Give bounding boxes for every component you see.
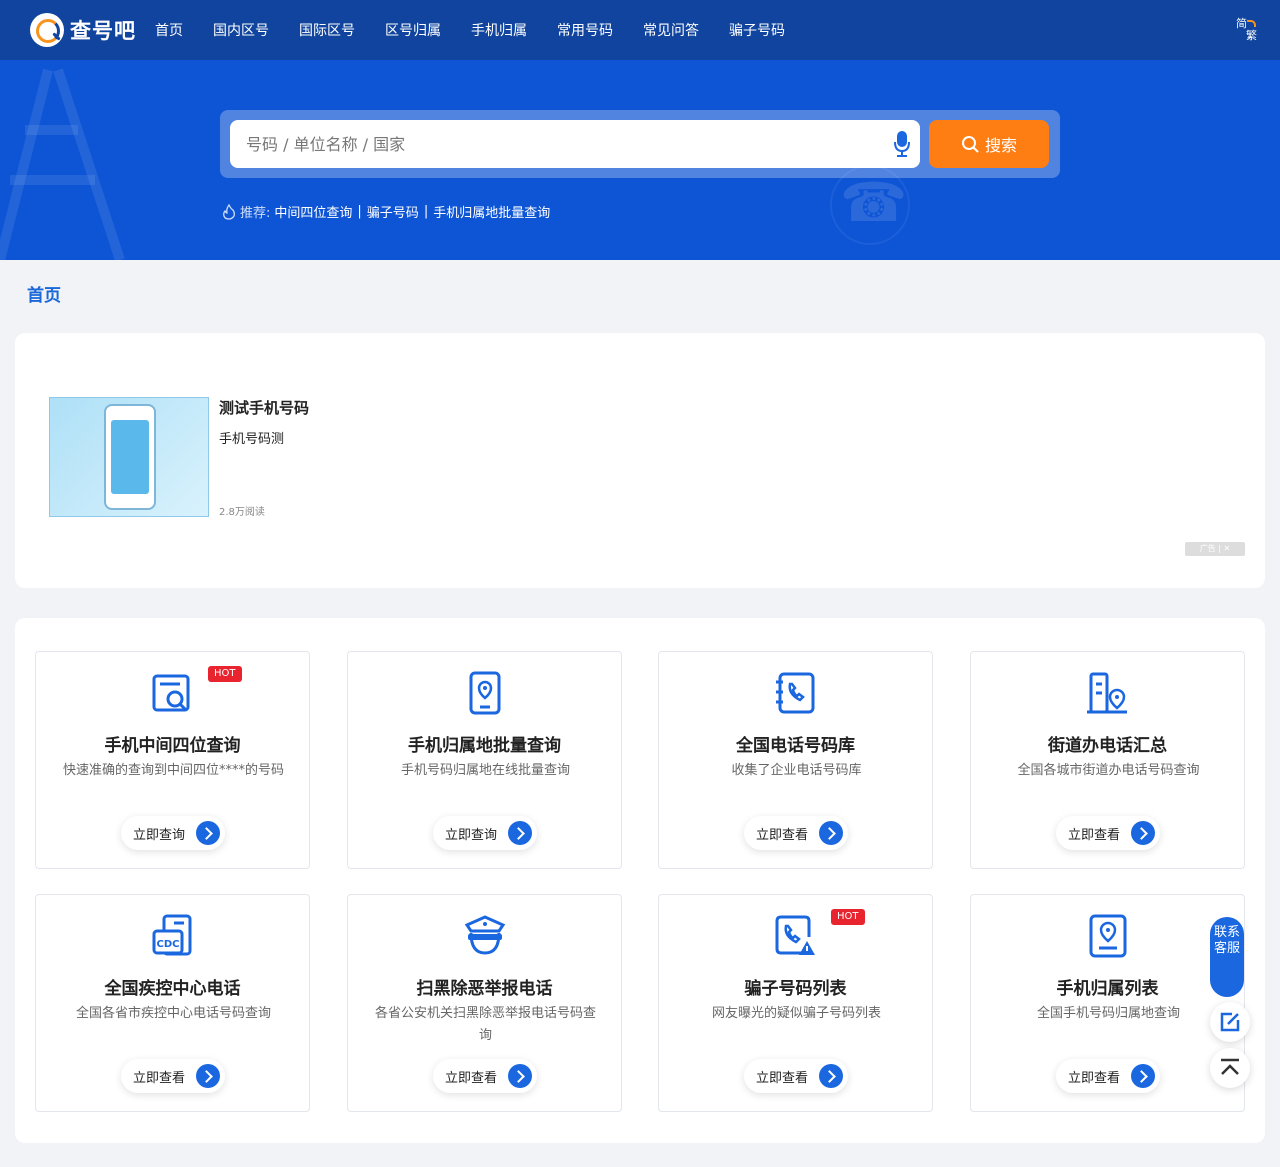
search-button-label: 搜索	[984, 136, 1017, 155]
ad-read-count: 2.8万阅读	[219, 507, 265, 518]
service-tile[interactable]: 手机归属列表 全国手机号码归属地查询 立即查看	[970, 894, 1245, 1112]
service-query-button[interactable]: 立即查询	[121, 816, 225, 850]
service-title: 扫黑除恶举报电话	[416, 979, 553, 999]
phonebook-icon	[776, 672, 815, 714]
service-tile[interactable]: 手机归属地批量查询 手机号码归属地在线批量查询 立即查询	[347, 651, 622, 869]
edit-icon	[1220, 1012, 1240, 1032]
arrow-right-icon	[1131, 821, 1155, 845]
service-view-button[interactable]: 立即查看	[1056, 816, 1160, 850]
ad-close-mark[interactable]: 广告 | ✕	[1185, 542, 1245, 556]
recommend-label: 推荐:	[240, 206, 271, 221]
arrow-right-icon	[196, 1064, 220, 1088]
language-switch-icon[interactable]: 简 繁	[1236, 18, 1258, 42]
arrow-right-icon	[508, 821, 532, 845]
service-tile[interactable]: 街道办电话汇总 全国各城市街道办电话号码查询 立即查看	[970, 651, 1245, 869]
search-bar: 搜索	[220, 110, 1060, 178]
services-panel: HOT 手机中间四位查询 快速准确的查询到中间四位****的号码 立即查询 手机…	[15, 618, 1265, 1143]
site-logo[interactable]: 查号吧	[30, 13, 136, 47]
phone-warning-icon	[775, 915, 815, 955]
recommend-link-scam[interactable]: 骗子号码	[367, 202, 419, 221]
service-title: 全国疾控中心电话	[104, 979, 241, 999]
recommend-link-middle-four[interactable]: 中间四位查询	[274, 202, 352, 221]
building-location-icon	[1087, 672, 1127, 714]
nav-home[interactable]: 首页	[155, 20, 183, 40]
hot-badge: HOT	[208, 666, 242, 682]
arrow-right-icon	[819, 821, 843, 845]
arrow-up-icon	[1221, 1058, 1239, 1075]
location-card-icon	[1089, 914, 1127, 958]
service-tile[interactable]: 全国电话号码库 收集了企业电话号码库 立即查看	[658, 651, 933, 869]
svg-text:CDC: CDC	[157, 939, 180, 950]
service-desc: 网友曝光的疑似骗子号码列表	[711, 1006, 881, 1021]
nav-international-area-code[interactable]: 国际区号	[299, 20, 355, 40]
service-desc: 各省公安机关扫黑除恶举报电话号码查询	[374, 1006, 596, 1043]
service-title: 手机中间四位查询	[104, 736, 241, 756]
radio-tower-decoration	[0, 68, 125, 260]
search-icon	[961, 136, 979, 153]
service-desc: 快速准确的查询到中间四位****的号码	[62, 763, 284, 778]
logo-phone-icon	[30, 13, 64, 47]
service-view-button[interactable]: 立即查看	[1056, 1059, 1160, 1093]
recommend-link-batch[interactable]: 手机归属地批量查询	[433, 202, 550, 221]
service-tile[interactable]: HOT 骗子号码列表 网友曝光的疑似骗子号码列表 立即查看	[658, 894, 933, 1112]
service-view-button[interactable]: 立即查看	[744, 816, 848, 850]
ad-title[interactable]: 测试手机号码	[219, 397, 309, 418]
search-doc-icon	[152, 674, 190, 712]
arrow-right-icon	[1131, 1064, 1155, 1088]
back-to-top-button[interactable]	[1210, 1048, 1250, 1088]
ad-subtitle: 手机号码测	[219, 432, 285, 447]
service-desc: 全国手机号码归属地查询	[1036, 1006, 1180, 1021]
microphone-icon[interactable]	[894, 131, 910, 157]
service-title: 手机归属地批量查询	[408, 736, 561, 756]
phone-illustration-icon	[104, 404, 156, 510]
search-button[interactable]: 搜索	[929, 120, 1049, 168]
service-desc: 收集了企业电话号码库	[731, 763, 862, 778]
service-view-button[interactable]: 立即查看	[744, 1059, 848, 1093]
breadcrumb-home[interactable]: 首页	[27, 281, 61, 306]
service-title: 骗子号码列表	[744, 979, 847, 999]
nav-area-code-location[interactable]: 区号归属	[385, 20, 441, 40]
police-icon	[464, 915, 506, 955]
service-tile[interactable]: HOT 手机中间四位查询 快速准确的查询到中间四位****的号码 立即查询	[35, 651, 310, 869]
search-hero: 搜索 推荐: 中间四位查询 | 骗子号码 | 手机归属地批量查询	[0, 60, 1280, 260]
service-view-button[interactable]: 立即查看	[433, 1059, 537, 1093]
service-tile[interactable]: 扫黑除恶举报电话 各省公安机关扫黑除恶举报电话号码查询 立即查看	[347, 894, 622, 1112]
nav-common-numbers[interactable]: 常用号码	[557, 20, 613, 40]
cdc-icon: CDC	[152, 914, 192, 956]
service-title: 手机归属列表	[1056, 979, 1159, 999]
service-desc: 全国各城市街道办电话号码查询	[1017, 763, 1200, 778]
phone-location-icon	[469, 671, 501, 715]
ad-card: 测试手机号码 手机号码测 2.8万阅读 广告 | ✕	[15, 333, 1265, 588]
ad-image[interactable]	[49, 397, 209, 517]
service-view-button[interactable]: 立即查看	[121, 1059, 225, 1093]
nav-domestic-area-code[interactable]: 国内区号	[213, 20, 269, 40]
feedback-edit-button[interactable]	[1210, 1002, 1250, 1042]
contact-support-button[interactable]: 联系客服	[1210, 917, 1244, 997]
service-title: 街道办电话汇总	[1048, 736, 1167, 756]
arrow-right-icon	[196, 821, 220, 845]
service-title: 全国电话号码库	[736, 736, 855, 756]
service-tile[interactable]: CDC 全国疾控中心电话 全国各省市疾控中心电话号码查询 立即查看	[35, 894, 310, 1112]
nav-scam-numbers[interactable]: 骗子号码	[729, 20, 785, 40]
main-nav: 首页 国内区号 国际区号 区号归属 手机归属 常用号码 常见问答 骗子号码	[155, 0, 815, 60]
recommend-links: 推荐: 中间四位查询 | 骗子号码 | 手机归属地批量查询	[222, 202, 550, 221]
nav-mobile-location[interactable]: 手机归属	[471, 20, 527, 40]
top-header: 查号吧 首页 国内区号 国际区号 区号归属 手机归属 常用号码 常见问答 骗子号…	[0, 0, 1280, 60]
logo-text: 查号吧	[70, 19, 136, 43]
nav-faq[interactable]: 常见问答	[643, 20, 699, 40]
service-desc: 手机号码归属地在线批量查询	[400, 763, 570, 778]
search-input[interactable]	[230, 120, 920, 168]
service-desc: 全国各省市疾控中心电话号码查询	[75, 1006, 271, 1021]
service-query-button[interactable]: 立即查询	[433, 816, 537, 850]
hot-badge: HOT	[831, 909, 865, 925]
flame-icon	[223, 203, 235, 220]
arrow-right-icon	[819, 1064, 843, 1088]
arrow-right-icon	[508, 1064, 532, 1088]
